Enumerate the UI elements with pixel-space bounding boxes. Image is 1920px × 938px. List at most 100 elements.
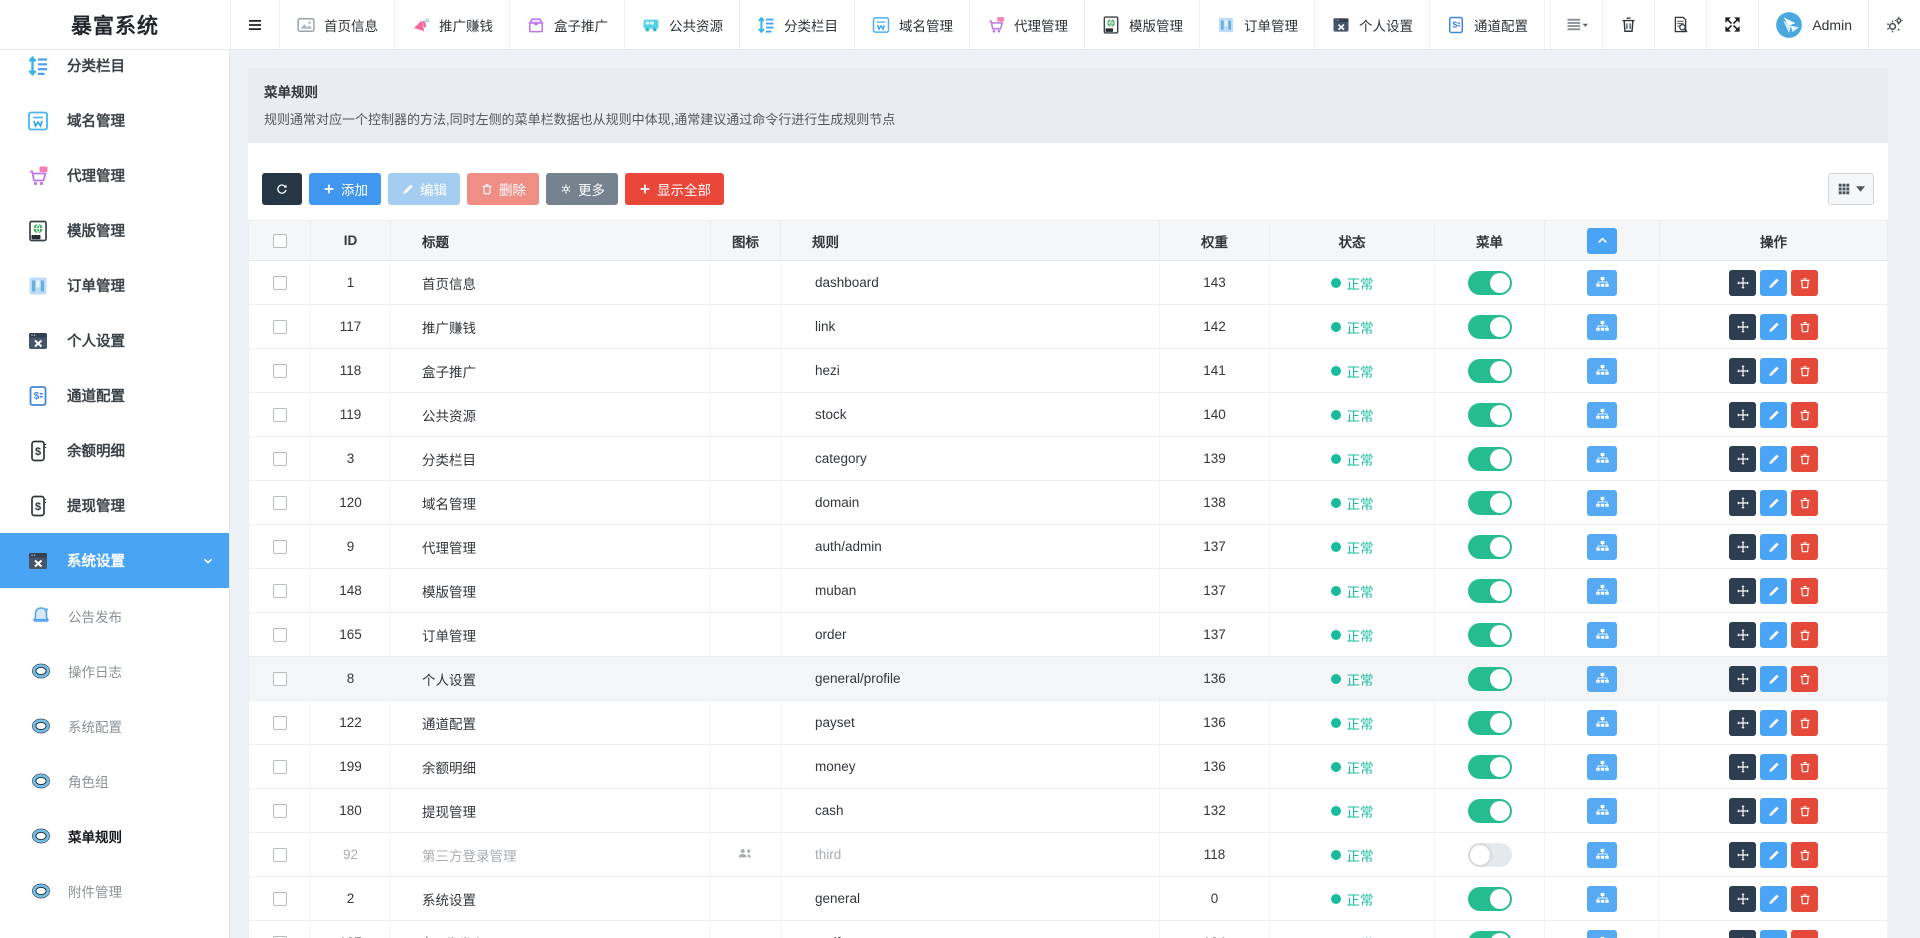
columns-dropdown-button[interactable]	[1828, 173, 1874, 205]
drag-button[interactable]	[1729, 402, 1756, 428]
sidebar-item-withdraw-manage[interactable]: $提现管理	[0, 478, 229, 533]
delete-row-button[interactable]	[1791, 490, 1818, 516]
nav-tab-profile-setting[interactable]: 个人设置	[1315, 0, 1430, 49]
submenu-button[interactable]	[1587, 710, 1617, 736]
submenu-button[interactable]	[1587, 270, 1617, 296]
edit-row-button[interactable]	[1760, 798, 1787, 824]
sidebar-subitem-notice-publish[interactable]: 公告发布	[0, 588, 229, 643]
close-tabs-button[interactable]	[1602, 0, 1654, 49]
tab-list-dropdown-button[interactable]	[1550, 0, 1602, 49]
delete-row-button[interactable]	[1791, 622, 1818, 648]
edit-row-button[interactable]	[1760, 666, 1787, 692]
row-checkbox[interactable]	[273, 276, 287, 290]
menu-switch[interactable]	[1468, 359, 1512, 383]
edit-row-button[interactable]	[1760, 930, 1787, 938]
drag-button[interactable]	[1729, 754, 1756, 780]
edit-row-button[interactable]	[1760, 754, 1787, 780]
drag-button[interactable]	[1729, 798, 1756, 824]
submenu-button[interactable]	[1587, 578, 1617, 604]
row-checkbox[interactable]	[273, 848, 287, 862]
sidebar-item-profile-setting[interactable]: 个人设置	[0, 313, 229, 368]
edit-row-button[interactable]	[1760, 622, 1787, 648]
submenu-button[interactable]	[1587, 754, 1617, 780]
edit-row-button[interactable]	[1760, 710, 1787, 736]
column-header[interactable]: 标题	[391, 221, 711, 261]
row-checkbox[interactable]	[273, 584, 287, 598]
edit-row-button[interactable]	[1760, 490, 1787, 516]
sidebar-item-order-manage[interactable]: 订单管理	[0, 258, 229, 313]
menu-switch[interactable]	[1468, 931, 1512, 938]
submenu-button[interactable]	[1587, 622, 1617, 648]
row-checkbox[interactable]	[273, 540, 287, 554]
clear-cache-button[interactable]	[1654, 0, 1706, 49]
sidebar-toggle-button[interactable]	[230, 0, 280, 49]
delete-row-button[interactable]	[1791, 358, 1818, 384]
column-header[interactable]: 状态	[1270, 221, 1435, 261]
row-checkbox[interactable]	[273, 672, 287, 686]
nav-tab-domain-manage[interactable]: 域名管理	[855, 0, 970, 49]
delete-row-button[interactable]	[1791, 446, 1818, 472]
row-checkbox[interactable]	[273, 364, 287, 378]
column-header[interactable]: 菜单	[1435, 221, 1545, 261]
delete-row-button[interactable]	[1791, 930, 1818, 938]
delete-row-button[interactable]	[1791, 666, 1818, 692]
menu-switch[interactable]	[1468, 711, 1512, 735]
nav-tab-promo-earn[interactable]: 推广赚钱	[395, 0, 510, 49]
edit-row-button[interactable]	[1760, 402, 1787, 428]
row-checkbox[interactable]	[273, 892, 287, 906]
menu-switch[interactable]	[1468, 667, 1512, 691]
sidebar-item-balance-detail[interactable]: $余额明细	[0, 423, 229, 478]
nav-tab-box-promo[interactable]: 盒子推广	[510, 0, 625, 49]
more-button[interactable]: 更多	[546, 173, 618, 205]
submenu-button[interactable]	[1587, 930, 1617, 938]
menu-switch[interactable]	[1468, 491, 1512, 515]
row-checkbox[interactable]	[273, 716, 287, 730]
row-checkbox[interactable]	[273, 628, 287, 642]
submenu-button[interactable]	[1587, 534, 1617, 560]
nav-tab-home-info[interactable]: 首页信息	[280, 0, 395, 49]
drag-button[interactable]	[1729, 270, 1756, 296]
refresh-button[interactable]	[262, 173, 302, 205]
row-checkbox[interactable]	[273, 496, 287, 510]
nav-tab-public-resource[interactable]: 公共资源	[625, 0, 740, 49]
drag-button[interactable]	[1729, 534, 1756, 560]
menu-switch[interactable]	[1468, 315, 1512, 339]
menu-switch[interactable]	[1468, 535, 1512, 559]
delete-row-button[interactable]	[1791, 798, 1818, 824]
drag-button[interactable]	[1729, 358, 1756, 384]
drag-button[interactable]	[1729, 578, 1756, 604]
menu-switch[interactable]	[1468, 403, 1512, 427]
select-all-checkbox[interactable]	[273, 234, 287, 248]
drag-button[interactable]	[1729, 842, 1756, 868]
menu-switch[interactable]	[1468, 271, 1512, 295]
delete-row-button[interactable]	[1791, 886, 1818, 912]
nav-tab-order-manage[interactable]: 订单管理	[1200, 0, 1315, 49]
menu-switch[interactable]	[1468, 755, 1512, 779]
admin-menu[interactable]: Admin	[1758, 0, 1868, 49]
row-checkbox[interactable]	[273, 804, 287, 818]
column-header[interactable]: 权重	[1160, 221, 1270, 261]
sidebar-subitem-menu-rule[interactable]: 菜单规则	[0, 808, 229, 863]
edit-row-button[interactable]	[1760, 842, 1787, 868]
row-checkbox[interactable]	[273, 320, 287, 334]
sidebar-item-agent-manage[interactable]: 代理管理	[0, 148, 229, 203]
edit-button[interactable]: 编辑	[388, 173, 460, 205]
delete-row-button[interactable]	[1791, 842, 1818, 868]
nav-tab-agent-manage[interactable]: 代理管理	[970, 0, 1085, 49]
sidebar-item-system-setting[interactable]: 系统设置	[0, 533, 229, 588]
edit-row-button[interactable]	[1760, 886, 1787, 912]
sidebar-subitem-role-group[interactable]: 角色组	[0, 753, 229, 808]
submenu-button[interactable]	[1587, 358, 1617, 384]
edit-row-button[interactable]	[1760, 314, 1787, 340]
delete-row-button[interactable]	[1791, 754, 1818, 780]
drag-button[interactable]	[1729, 490, 1756, 516]
sidebar-subitem-system-config[interactable]: 系统配置	[0, 698, 229, 753]
show-all-button[interactable]: 显示全部	[625, 173, 724, 205]
row-checkbox[interactable]	[273, 760, 287, 774]
fullscreen-button[interactable]	[1706, 0, 1758, 49]
column-header[interactable]: ID	[311, 221, 391, 261]
delete-button[interactable]: 删除	[467, 173, 539, 205]
delete-row-button[interactable]	[1791, 578, 1818, 604]
menu-switch[interactable]	[1468, 623, 1512, 647]
menu-switch[interactable]	[1468, 843, 1512, 867]
